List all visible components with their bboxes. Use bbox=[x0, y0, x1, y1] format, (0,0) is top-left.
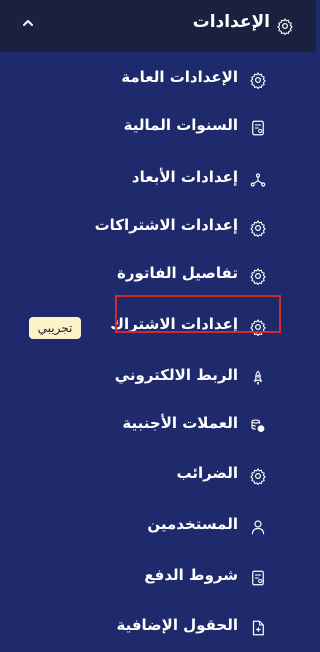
gear-icon bbox=[277, 18, 293, 35]
menu-item-label: العملات الأجنبية bbox=[122, 414, 238, 432]
menu-item-label: إعدادات الأبعاد bbox=[131, 168, 238, 186]
menu-item-label: الإعدادات العامة bbox=[121, 68, 238, 86]
settings-title: الإعدادات bbox=[192, 12, 270, 32]
network-icon bbox=[250, 173, 266, 187]
gear-icon bbox=[250, 220, 266, 237]
gear-icon bbox=[250, 468, 266, 485]
menu-item-fiscal-years[interactable]: السنوات المالية bbox=[0, 104, 316, 152]
trial-badge: تجريبي bbox=[29, 317, 81, 339]
gear-icon bbox=[250, 72, 266, 89]
menu-item-subscriptions-settings[interactable]: إعدادات الاشتراكات bbox=[0, 204, 316, 252]
rocket-icon bbox=[253, 370, 263, 385]
menu-item-label: الضرائب bbox=[176, 464, 238, 482]
menu-item-payment-terms[interactable]: شروط الدفع bbox=[0, 554, 316, 602]
menu-item-label: السنوات المالية bbox=[123, 116, 238, 134]
file-plus-icon bbox=[252, 620, 264, 636]
menu-item-general-settings[interactable]: الإعدادات العامة bbox=[0, 56, 316, 104]
menu-item-users[interactable]: المستخدمين bbox=[0, 503, 316, 551]
gear-icon bbox=[250, 268, 266, 285]
menu-item-additional-fields[interactable]: الحقول الإضافية bbox=[0, 604, 316, 652]
menu-item-label: الحقول الإضافية bbox=[116, 616, 238, 634]
user-icon bbox=[251, 520, 265, 535]
chevron-up-icon[interactable] bbox=[18, 13, 38, 33]
menu-item-dimensions-settings[interactable]: إعدادات الأبعاد bbox=[0, 156, 316, 204]
document-icon bbox=[252, 570, 264, 586]
menu-item-electronic-integration[interactable]: الربط الالكتروني bbox=[0, 354, 316, 402]
currency-icon bbox=[251, 419, 265, 432]
menu-item-label: المستخدمين bbox=[147, 515, 238, 533]
menu-item-label: إعدادات الاشتراكات bbox=[94, 216, 238, 234]
menu-item-taxes[interactable]: الضرائب bbox=[0, 452, 316, 500]
menu-item-label: الربط الالكتروني bbox=[114, 366, 238, 384]
settings-header[interactable]: الإعدادات bbox=[0, 0, 316, 52]
selection-highlight bbox=[115, 295, 281, 333]
menu-item-foreign-currencies[interactable]: العملات الأجنبية bbox=[0, 402, 316, 450]
menu-item-label: شروط الدفع bbox=[144, 566, 238, 584]
menu-item-invoice-details[interactable]: تفاصيل الفاتورة bbox=[0, 252, 316, 300]
menu-item-label: تفاصيل الفاتورة bbox=[116, 264, 238, 282]
document-icon bbox=[252, 120, 264, 136]
